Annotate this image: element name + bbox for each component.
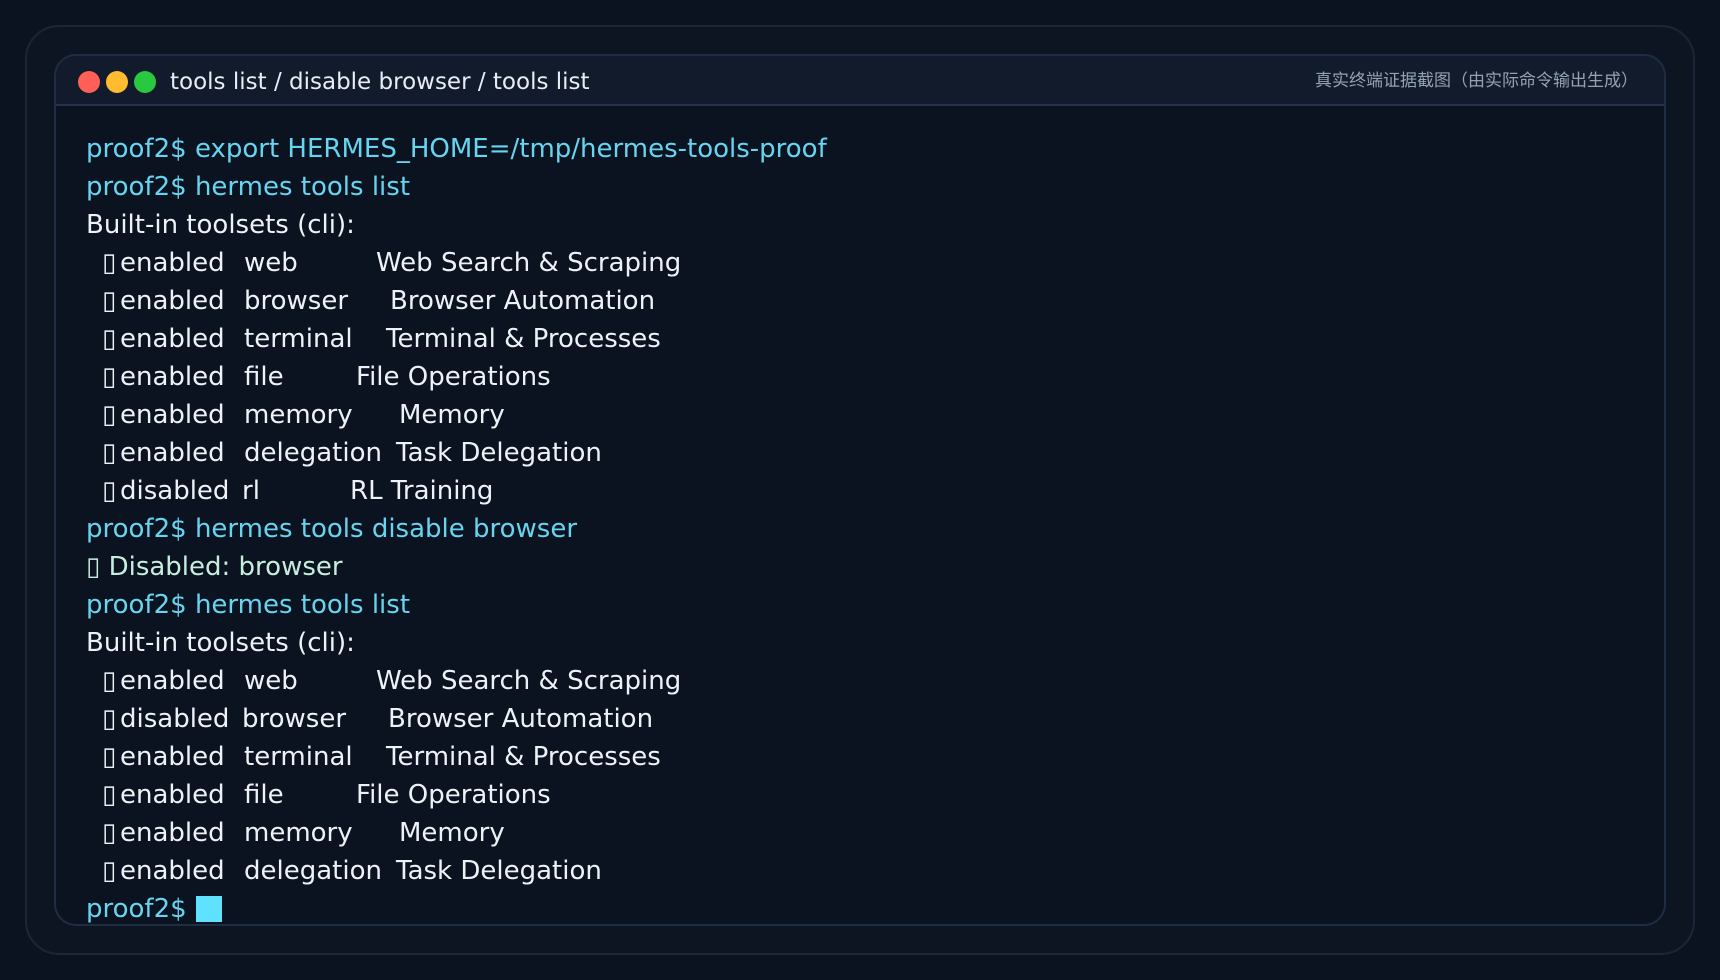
toolset-row: ▯ enabled terminal Terminal & Processes — [86, 738, 1644, 776]
toolset-row: ▯ enabled file File Operations — [86, 776, 1644, 814]
toolset-row: ▯ enabled memory Memory — [86, 814, 1644, 852]
toolset-description: File Operations — [356, 362, 551, 392]
status-glyph-icon: ▯ — [102, 362, 117, 392]
toolset-row: ▯ disabled browser Browser Automation — [86, 700, 1644, 738]
toolset-row: ▯ enabled delegation Task Delegation — [86, 852, 1644, 890]
toolset-state: disabled — [120, 476, 230, 506]
toolset-description: Memory — [399, 818, 505, 848]
toolset-name: browser — [244, 286, 349, 316]
toolset-description: RL Training — [350, 476, 494, 506]
command-line: proof2$ hermes tools list — [86, 590, 411, 620]
toolset-name: terminal — [244, 324, 353, 354]
toolset-row: ▯ enabled web Web Search & Scraping — [86, 662, 1644, 700]
toolset-description: Task Delegation — [396, 438, 602, 468]
toolset-description: Web Search & Scraping — [376, 248, 682, 278]
status-glyph-icon: ▯ — [102, 324, 117, 354]
status-glyph-icon: ▯ — [102, 818, 117, 848]
prompt-line[interactable]: proof2$ — [86, 890, 1644, 924]
toolset-state: enabled — [120, 818, 225, 848]
toolset-description: Memory — [399, 400, 505, 430]
toolset-name: terminal — [244, 742, 353, 772]
close-button[interactable] — [78, 71, 100, 93]
toolset-row: ▯ enabled delegation Task Delegation — [86, 434, 1644, 472]
toolset-state: enabled — [120, 438, 225, 468]
toolset-state: enabled — [120, 248, 225, 278]
toolset-row: ▯ enabled web Web Search & Scraping — [86, 244, 1644, 282]
toolset-name: file — [244, 362, 284, 392]
toolset-description: File Operations — [356, 780, 551, 810]
toolset-name: rl — [242, 476, 260, 506]
status-glyph-icon: ▯ — [102, 742, 117, 772]
status-glyph-icon: ▯ — [102, 780, 117, 810]
toolset-state: enabled — [120, 856, 225, 886]
toolset-description: Terminal & Processes — [386, 742, 661, 772]
toolset-row: ▯ enabled terminal Terminal & Processes — [86, 320, 1644, 358]
toolset-name: delegation — [244, 438, 382, 468]
disabled-confirmation: ▯ Disabled: browser — [86, 552, 343, 582]
toolset-state: enabled — [120, 324, 225, 354]
toolset-name: memory — [244, 400, 353, 430]
status-glyph-icon: ▯ — [102, 400, 117, 430]
toolset-row: ▯ disabled rl RL Training — [86, 472, 1644, 510]
toolset-state: enabled — [120, 742, 225, 772]
toolset-state: enabled — [120, 666, 225, 696]
status-glyph-icon: ▯ — [102, 856, 117, 886]
toolset-state: enabled — [120, 286, 225, 316]
status-glyph-icon: ▯ — [102, 704, 117, 734]
toolset-state: enabled — [120, 780, 225, 810]
cursor — [195, 896, 222, 922]
toolset-name: browser — [242, 704, 347, 734]
toolset-description: Web Search & Scraping — [376, 666, 682, 696]
command-line: proof2$ hermes tools disable browser — [86, 514, 578, 544]
title-bar: tools list / disable browser / tools lis… — [56, 56, 1664, 106]
toolset-name: memory — [244, 818, 353, 848]
toolsets-header: Built-in toolsets (cli): — [86, 628, 355, 658]
command-line: proof2$ export HERMES_HOME=/tmp/hermes-t… — [86, 134, 827, 164]
status-glyph-icon: ▯ — [102, 438, 117, 468]
toolset-state: disabled — [120, 704, 230, 734]
zoom-button[interactable] — [134, 71, 156, 93]
status-glyph-icon: ▯ — [102, 286, 117, 316]
toolset-name: web — [244, 666, 298, 696]
toolset-description: Browser Automation — [388, 704, 654, 734]
command-line: proof2$ hermes tools list — [86, 172, 411, 202]
window-title: tools list / disable browser / tools lis… — [170, 69, 590, 95]
toolsets-header: Built-in toolsets (cli): — [86, 210, 355, 240]
toolset-description: Terminal & Processes — [386, 324, 661, 354]
status-glyph-icon: ▯ — [102, 248, 117, 278]
toolset-name: delegation — [244, 856, 382, 886]
status-glyph-icon: ▯ — [102, 476, 117, 506]
evidence-badge: 真实终端证据截图（由实际命令输出生成） — [1315, 71, 1638, 91]
minimize-button[interactable] — [106, 71, 128, 93]
toolset-name: file — [244, 780, 284, 810]
toolset-state: enabled — [120, 362, 225, 392]
toolset-name: web — [244, 248, 298, 278]
terminal-output[interactable]: proof2$ export HERMES_HOME=/tmp/hermes-t… — [86, 130, 1644, 924]
toolset-description: Browser Automation — [390, 286, 656, 316]
toolset-description: Task Delegation — [396, 856, 602, 886]
terminal-window: tools list / disable browser / tools lis… — [54, 54, 1666, 926]
prompt: proof2$ — [86, 894, 187, 924]
toolset-row: ▯ enabled file File Operations — [86, 358, 1644, 396]
status-glyph-icon: ▯ — [102, 666, 117, 696]
toolset-state: enabled — [120, 400, 225, 430]
toolset-row: ▯ enabled browser Browser Automation — [86, 282, 1644, 320]
toolset-row: ▯ enabled memory Memory — [86, 396, 1644, 434]
